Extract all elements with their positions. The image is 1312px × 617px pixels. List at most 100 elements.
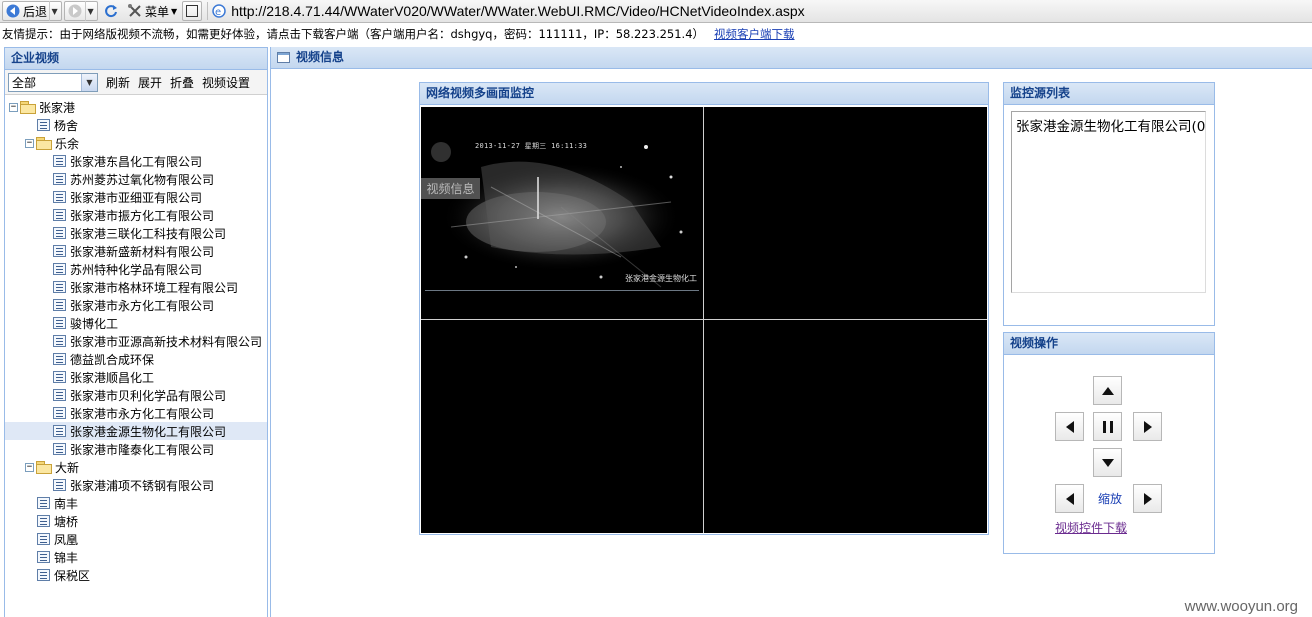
source-panel-title: 监控源列表 [1004,83,1214,105]
tree-node-label: 张家港市亚细亚有限公司 [70,190,203,205]
arrow-right-icon [1143,420,1152,433]
tree-leaf-item[interactable]: 张家港市隆泰化工有限公司 [5,440,267,458]
tree-leaf-item[interactable]: 南丰 [5,494,267,512]
tree-node-label: 张家港金源生物化工有限公司 [70,424,227,439]
tree-node-label: 张家港浦项不锈钢有限公司 [70,478,215,493]
tree-leaf-item[interactable]: 张家港三联化工科技有限公司 [5,224,267,242]
tree-leaf-item[interactable]: 张家港新盛新材料有限公司 [5,242,267,260]
tree-leaf-item[interactable]: 张家港顺昌化工 [5,368,267,386]
chevron-down-icon[interactable]: ▼ [85,1,95,21]
tree-leaf-item[interactable]: 骏博化工 [5,314,267,332]
back-button[interactable]: 后退 ▼ [2,1,63,21]
zoom-label: 缩放 [1098,492,1123,506]
collapse-icon[interactable]: − [9,102,18,112]
pause-button[interactable] [1093,412,1122,441]
tree-node-zhangjiagang[interactable]: − 张家港 [5,98,267,116]
source-listbox[interactable]: 张家港金源生物化工有限公司(01 [1011,111,1206,293]
tree-node-label: 张家港市亚源高新技术材料有限公司 [70,334,263,349]
tree-node-yangshe[interactable]: 杨舍 [5,116,267,134]
toolbar-divider [207,2,209,20]
tree-leaf-item[interactable]: 张家港市贝利化学品有限公司 [5,386,267,404]
collapse-link[interactable]: 折叠 [170,74,194,91]
back-label: 后退 [23,4,48,19]
video-cell-1[interactable]: 2013-11-27 星期三 16:11:33 视频信息 张家港金源生物化工 [421,107,704,320]
chevron-down-icon[interactable]: ▼ [81,73,97,91]
pan-up-button[interactable] [1093,376,1122,405]
browser-toolbar: 后退 ▼ ▼ 菜单 ▼ e http://218.4.71.44/WWaterV… [0,0,1312,23]
pause-icon [1102,420,1113,433]
chevron-down-icon: ▼ [171,6,178,16]
zoom-out-button[interactable] [1055,484,1084,513]
tree-leaf-item[interactable]: 苏州菱苏过氧化物有限公司 [5,170,267,188]
address-bar[interactable]: http://218.4.71.44/WWaterV020/WWater/WWa… [231,3,804,19]
video-monitor-panel: 网络视频多画面监控 2013-11-27 星期三 16:11:33 视频信息 张… [419,82,989,535]
tools-icon [127,3,143,19]
video-settings-link[interactable]: 视频设置 [202,74,250,91]
tree-leaf-item[interactable]: 张家港浦项不锈钢有限公司 [5,476,267,494]
tree-leaf-item[interactable]: 张家港市永方化工有限公司 [5,404,267,422]
arrow-down-icon [1101,458,1114,467]
refresh-link[interactable]: 刷新 [106,74,130,91]
tree-leaf-item[interactable]: 张家港市格林环境工程有限公司 [5,278,267,296]
scope-select[interactable]: 全部 ▼ [8,72,98,92]
menu-button[interactable]: 菜单 ▼ [124,1,180,21]
list-icon [53,245,66,257]
tree-node-label: 张家港东昌化工有限公司 [70,154,203,169]
tree-node-leyu[interactable]: − 乐余 [5,134,267,152]
pan-down-button[interactable] [1093,448,1122,477]
tree-node-label: 张家港市格林环境工程有限公司 [70,280,239,295]
tree-node-label: 大新 [55,460,80,475]
collapse-icon[interactable]: − [25,462,34,472]
tree-node-label: 张家港市永方化工有限公司 [70,406,215,421]
folder-open-icon [36,461,52,474]
tree-node-label: 南丰 [54,496,79,511]
video-info-tag[interactable]: 视频信息 [421,178,480,199]
tree-leaf-item[interactable]: 凤凰 [5,530,267,548]
window-button[interactable] [182,1,203,21]
tree-leaf-item[interactable]: 张家港市振方化工有限公司 [5,206,267,224]
tree-leaf-item[interactable]: 张家港东昌化工有限公司 [5,152,267,170]
list-icon [53,299,66,311]
tree-leaf-item[interactable]: 张家港市亚源高新技术材料有限公司 [5,332,267,350]
expand-link[interactable]: 展开 [138,74,162,91]
zoom-in-button[interactable] [1133,484,1162,513]
video-cell-4[interactable] [704,320,987,533]
refresh-button[interactable] [100,1,122,21]
source-item[interactable]: 张家港金源生物化工有限公司(01 [1012,112,1205,135]
tree-leaf-item[interactable]: 苏州特种化学品有限公司 [5,260,267,278]
tree-leaf-item[interactable]: 张家港市永方化工有限公司 [5,296,267,314]
tree-node-label: 张家港顺昌化工 [70,370,155,385]
video-timestamp: 2013-11-27 星期三 16:11:33 [475,142,588,150]
other-regions: 南丰 塘桥凤凰 锦丰 保税区 [5,494,267,584]
client-download-link[interactable]: 视频客户端下载 [714,26,795,42]
tree-node-label: 凤凰 [54,532,79,547]
tree-node-label: 德益凯合成环保 [70,352,155,367]
tree-node-label: 张家港市振方化工有限公司 [70,208,215,223]
tree-leaf-item[interactable]: 锦丰 [5,548,267,566]
video-grid: 2013-11-27 星期三 16:11:33 视频信息 张家港金源生物化工 [421,107,987,533]
list-icon [53,425,66,437]
video-cell-3[interactable] [421,320,704,533]
tree-node-label: 骏博化工 [70,316,119,331]
tree-leaf-item[interactable]: 德益凯合成环保 [5,350,267,368]
forward-button[interactable]: ▼ [64,1,99,21]
list-icon [53,443,66,455]
arrow-right-icon [1143,492,1152,505]
video-cell-2[interactable] [704,107,987,320]
tree-leaf-item[interactable]: 张家港金源生物化工有限公司 [5,422,267,440]
back-arrow-icon [5,3,21,19]
tree-leaf-item[interactable]: 塘桥 [5,512,267,530]
region-tree: − 张家港 杨舍 − 乐余 张家港东昌化工有限公司 苏州菱苏过氧化物有限公司 张家港… [5,95,267,584]
folder-open-icon [20,101,36,114]
chevron-down-icon[interactable]: ▼ [49,1,59,21]
list-icon [37,533,50,545]
tree-leaf-item[interactable]: 张家港市亚细亚有限公司 [5,188,267,206]
tree-leaf-item[interactable]: 保税区 [5,566,267,584]
pan-right-button[interactable] [1133,412,1162,441]
plugin-download-link[interactable]: 视频控件下载 [1055,519,1127,536]
pan-left-button[interactable] [1055,412,1084,441]
collapse-icon[interactable]: − [25,138,34,148]
tree-node-label: 乐余 [55,136,80,151]
window-icon [186,5,199,17]
tree-node-daxin[interactable]: − 大新 [5,458,267,476]
